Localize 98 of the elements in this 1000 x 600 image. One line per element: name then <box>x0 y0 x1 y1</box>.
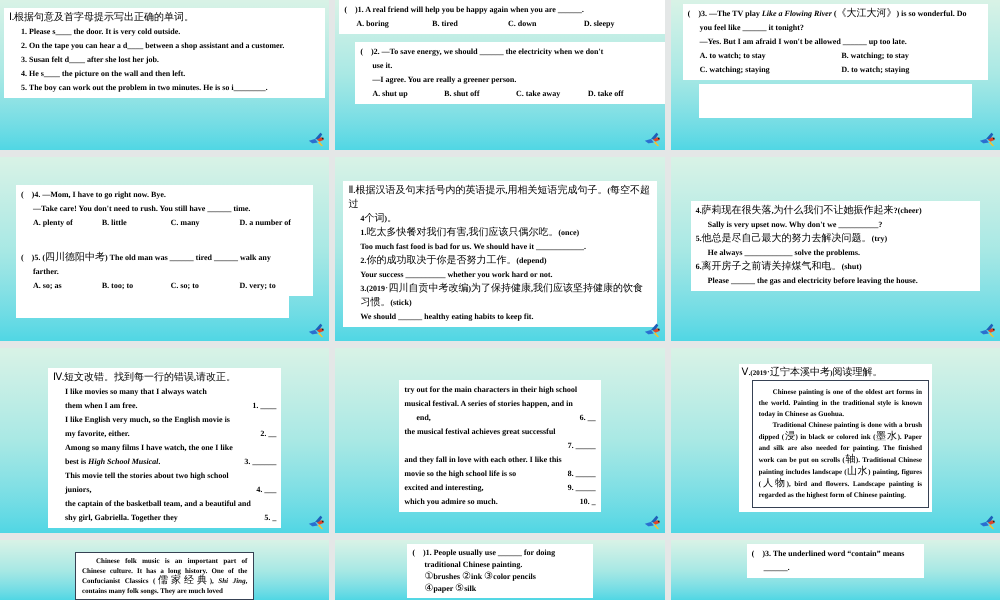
text-line: 1. Please s____ the door. It is very cold outside. <box>20 26 182 38</box>
text-line: try out for the main characters in their high school <box>404 384 578 396</box>
slide-thumbnail[interactable] <box>335 348 665 533</box>
text-line: movie so the high school life is so <box>404 468 516 480</box>
answer-option: D. a number of <box>239 216 308 230</box>
answer-number: 6. __ <box>580 412 596 424</box>
text-line: 2.你的成功取决于你是否努力工作。(depend) <box>359 254 548 268</box>
text-line: 4个词)。 <box>359 212 398 226</box>
text-line: ( )3. The underlined word “contain” means <box>752 548 906 560</box>
text-line: excited and interesting, <box>404 482 484 494</box>
text-line: 5. The boy can work out the problem in two minutes. He is so i________. <box>20 82 269 94</box>
text-line: end, <box>415 412 431 424</box>
text-line: and they fall in love with each other. I like this <box>404 454 563 466</box>
text-line: Sally is very upset now. Why don't we __________? <box>706 219 884 231</box>
text-line: ( )2. —To save energy, we should ______ the electricity when we don't <box>360 46 604 58</box>
slide-thumbnail[interactable] <box>670 157 1000 341</box>
text-line: ①brushes ②ink ③color pencils <box>423 571 537 583</box>
text-line: traditional Chinese painting. <box>423 559 524 571</box>
slide-thumbnail[interactable]: ( )3. The underlined word “contain” means ______. <box>670 540 1000 600</box>
text-line: I like English very much, so the English movie is <box>64 414 231 426</box>
text-line: 2. On the tape you can hear a d____ between a shop assistant and a customer. <box>20 40 286 52</box>
answer-number: 8. _____ <box>568 468 596 480</box>
text-line: best is High School Musical. <box>64 456 160 468</box>
answer-option: D. sleepy <box>584 17 660 31</box>
text-line: use it. <box>371 60 394 72</box>
answer-option: C. down <box>508 17 584 31</box>
answer-option: B. tired <box>432 17 508 31</box>
text-line: Ⅳ.短文改错。找到每一行的错误,请改正。 <box>53 371 237 385</box>
slide-thumbnail[interactable] <box>0 348 330 533</box>
text-line: —Yes. But I am afraid I won't be allowed ______ up too late. <box>698 36 908 48</box>
slide-thumbnail[interactable]: ( )1. People usually use ______ for doing traditional Chinese painting. ①brushes ②ink ③color pencils ④paper ⑤silk <box>335 540 665 600</box>
answer-number: 9. _____ <box>568 482 596 494</box>
answer-number: 5. _ <box>264 512 276 524</box>
text-line: the musical festival achieves great successful <box>404 426 556 438</box>
text-line: We should ______ healthy eating habits to keep fit. <box>359 311 534 323</box>
text-line: This movie tell the stories about two high school <box>64 470 230 482</box>
text-line: juniors, <box>64 484 92 496</box>
answer-option: B. too; to <box>102 279 171 293</box>
text-line: my favorite, either. <box>64 428 130 440</box>
answer-number: 4. ___ <box>256 484 276 496</box>
text-line: He always ____________ solve the problems. <box>706 247 861 259</box>
answer-option: A. plenty of <box>33 216 102 230</box>
slide-thumbnail[interactable] <box>0 0 330 150</box>
answer-option: B. watching; to stay <box>841 49 983 63</box>
answer-option: C. so; to <box>170 279 240 293</box>
text-line: ( )3. —The TV play Like a Flowing River (《大江大河》) is so wonderful. Do <box>688 7 968 21</box>
text-line: Among so many films I have watch, the one I like <box>64 442 234 454</box>
text-line: shy girl, Gabriella. Together they <box>64 512 178 524</box>
text-line: which you admire so much. <box>404 496 498 508</box>
text-line: 3. Susan felt d____ after she lost her job. <box>20 54 160 66</box>
text-line: you feel like ______ it tonight? <box>698 22 805 34</box>
answer-option: A. boring <box>356 17 432 31</box>
slide-thumbnail[interactable] <box>0 157 330 341</box>
text-line: I like movies so many that I always watch <box>64 386 208 398</box>
text-line: ( )4. —Mom, I have to go right now. Bye. <box>21 189 167 201</box>
text-line: farther. <box>32 266 60 278</box>
answer-option: C. watching; staying <box>700 63 842 77</box>
slide-thumbnail[interactable] <box>670 0 1000 150</box>
answer-number: 7. _____ <box>568 440 596 452</box>
text-line: Too much fast food is bad for us. We should have it ____________. <box>359 241 587 253</box>
answer-option: A. so; as <box>33 279 102 293</box>
text-line: 4. He s____ the picture on the wall and then left. <box>20 68 186 80</box>
text-line: 1.吃太多快餐对我们有害,我们应该只偶尔吃。(once) <box>359 226 580 240</box>
answer-number: 3. ______ <box>244 456 276 468</box>
answer-number: 1. ____ <box>252 400 276 412</box>
text-line: —I agree. You are really a greener person. <box>371 74 518 86</box>
answer-option: D. very; to <box>239 279 308 293</box>
answer-option: C. take away <box>516 87 588 101</box>
text-line: Ⅱ.根据汉语及句末括号内的英语提示,用相关短语完成句子。(每空不超过 <box>348 184 651 212</box>
text-line: Your success __________ whether you work hard or not. <box>359 269 554 281</box>
text-line: them when I am free. <box>64 400 138 412</box>
answer-option: B. little <box>102 216 171 230</box>
text-line: ______. <box>762 562 791 574</box>
text-line: —Take care! You don't need to rush. You still have ______ time. <box>32 203 252 215</box>
text-line: musical festival. A series of stories happen, and in <box>404 398 574 410</box>
answer-option: D. take off <box>588 87 660 101</box>
slide-thumbnail[interactable] <box>670 348 1000 533</box>
text-line: 4.萨莉现在很失落,为什么我们不让她振作起来?(cheer) <box>696 204 923 218</box>
text-line: the captain of the basketball team, and a beautiful and <box>64 498 252 510</box>
slide-thumbnail[interactable] <box>335 157 665 341</box>
slide-thumbnail[interactable] <box>335 0 665 150</box>
text-line: ( )1. People usually use ______ for doing <box>412 547 556 559</box>
text-line: ④paper ⑤silk <box>423 583 478 595</box>
answer-number: 10. _ <box>580 496 596 508</box>
text-line: 3.(2019·四川自贡中考改编)为了保持健康,我们应该坚持健康的饮食 <box>359 282 644 296</box>
answer-option: C. many <box>170 216 240 230</box>
answer-option: A. to watch; to stay <box>700 49 842 63</box>
answer-option: A. shut up <box>372 87 444 101</box>
text-line: ( )1. A real friend will help you be happy again when you are ______. <box>344 4 585 16</box>
text-line: 6.离开房子之前请关掉煤气和电。(shut) <box>696 260 863 274</box>
answer-number: 2. __ <box>260 428 276 440</box>
text-line: 5.他总是尽自己最大的努力去解决问题。(try) <box>696 232 888 246</box>
text-line: 习惯。(stick) <box>359 296 413 310</box>
answer-option: D. to watch; staying <box>841 63 983 77</box>
text-line: Ⅰ.根据句意及首字母提示写出正确的单词。 <box>9 11 195 25</box>
text-line: ( )5. (四川德阳中考) The old man was ______ tired ______ walk any <box>21 251 272 265</box>
answer-option: B. shut off <box>444 87 516 101</box>
text-line: Please ______ the gas and electricity before leaving the house. <box>706 275 919 287</box>
